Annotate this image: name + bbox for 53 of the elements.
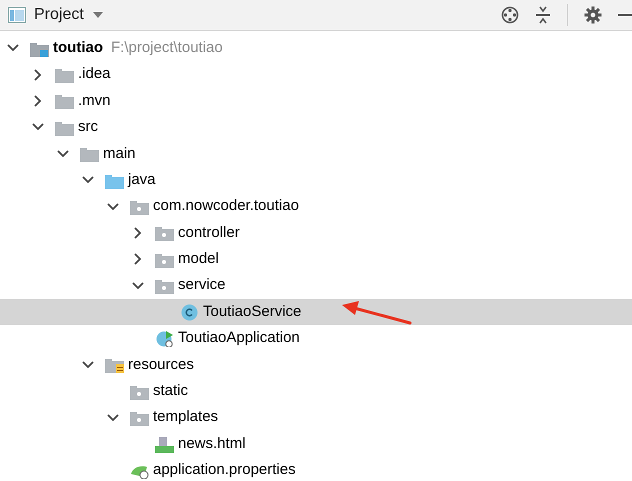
node-label: resources [128,356,194,374]
package-folder-icon [155,277,174,294]
tree-row[interactable]: ToutiaoService [0,298,632,326]
node-label: application.properties [153,462,296,479]
package-folder-icon [130,409,149,426]
minimize-icon[interactable] [618,13,632,17]
tree-row[interactable]: src [0,114,632,141]
node-label: controller [178,224,240,242]
package-folder-icon [155,224,174,242]
node-label: com.nowcoder.toutiao [153,198,299,215]
node-label: .idea [78,66,111,83]
tree-row[interactable]: .idea [0,61,632,88]
settings-icon[interactable] [584,6,602,24]
tree-row[interactable]: static [0,378,632,404]
locate-icon[interactable] [501,6,519,24]
package-folder-icon [130,198,149,216]
node-label: ToutiaoService [203,304,302,320]
node-label: main [103,146,136,162]
tree-row[interactable]: resources [0,352,632,378]
path-label: F:\project\toutiao [111,40,223,56]
node-label: java [128,172,156,188]
node-label: toutiao [53,40,103,56]
node-label: src [78,119,98,136]
tree-row[interactable]: .mvn [0,88,632,114]
tree-row[interactable]: service [0,272,632,299]
resources-folder-icon [105,356,124,374]
tree-row[interactable]: com.nowcoder.toutiao [0,193,632,220]
project-view-icon [8,7,26,23]
tree-row[interactable]: toutiao F:\project\toutiao [0,35,632,62]
tree-row[interactable]: news.html [0,430,632,458]
tree-row[interactable]: java [0,166,632,194]
node-label: service [178,277,226,294]
tree-row[interactable]: controller [0,220,632,246]
node-label: .mvn [78,92,111,110]
tree-row[interactable]: ToutiaoApplication [0,325,632,352]
panel-title: Project [34,5,84,25]
application-class-icon [155,330,174,347]
class-icon [180,304,199,321]
tree-row[interactable]: application.properties [0,457,632,481]
node-label: templates [153,409,218,426]
collapse-all-icon[interactable] [535,6,551,24]
node-label: news.html [178,436,246,452]
folder-icon [80,145,99,162]
node-label: static [153,383,188,400]
folder-icon [55,66,74,84]
dropdown-caret-icon[interactable] [92,11,104,19]
tree-row[interactable]: main [0,140,632,167]
tree-row[interactable]: model [0,246,632,273]
tree-row[interactable]: templates [0,404,632,431]
node-label: ToutiaoApplication [178,330,300,347]
folder-icon [55,92,74,110]
html-file-icon [155,436,174,453]
node-label: model [178,251,219,268]
